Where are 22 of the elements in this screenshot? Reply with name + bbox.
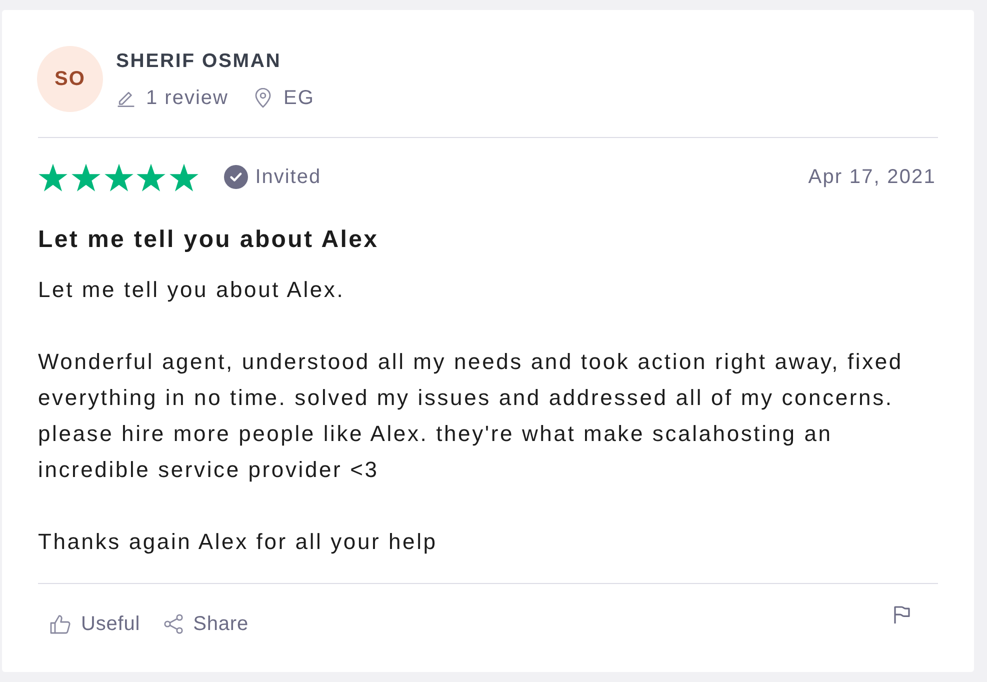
review-paragraph: Wonderful agent, understood all my needs and took action right away, fixed everything in no time. solved my issues and addressed all of my concerns. please hire more people like Alex. they're what make scalahosting an incredible service provider <3 (38, 348, 904, 484)
check-circle-icon (224, 165, 248, 189)
avatar: SO (37, 46, 103, 112)
review-paragraph: Let me tell you about Alex. (38, 276, 346, 304)
review-title: Let me tell you about Alex (38, 225, 380, 255)
star-icon (169, 162, 200, 192)
star-icon (38, 162, 68, 192)
star-icon (136, 162, 166, 192)
share-button[interactable]: Share (152, 604, 260, 644)
invited-label: Invited (255, 165, 322, 189)
location-pin-icon (254, 88, 272, 108)
review-count: 1 review (146, 86, 228, 110)
review-paragraph: Thanks again Alex for all your help (38, 528, 438, 556)
star-icon (70, 162, 101, 192)
useful-button[interactable]: Useful (38, 604, 152, 644)
thumbs-up-icon (50, 614, 71, 634)
star-icon (104, 162, 134, 192)
review-date: Apr 17, 2021 (808, 165, 936, 189)
flag-icon (893, 605, 911, 624)
share-icon (164, 614, 184, 634)
reviewer-name: SHERIF OSMAN (116, 48, 282, 72)
country-code: EG (283, 86, 314, 110)
